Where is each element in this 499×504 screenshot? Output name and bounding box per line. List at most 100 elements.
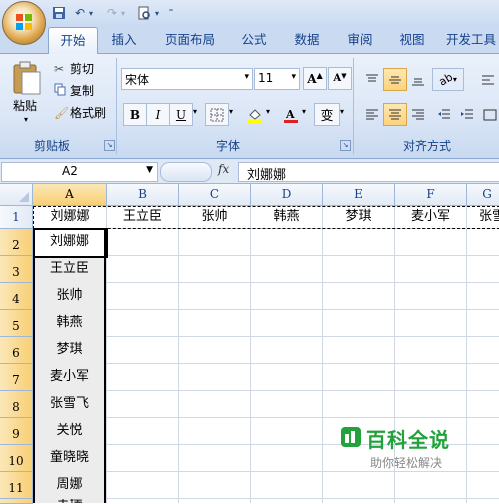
phonetic-dropdown-icon[interactable]: ▾	[340, 107, 344, 116]
name-box-dropdown-icon[interactable]: ▼	[146, 165, 153, 175]
cell-f1[interactable]: 麦小军	[395, 206, 466, 228]
cell-a6[interactable]: 梦琪	[35, 337, 104, 363]
borders-icon[interactable]	[205, 103, 229, 126]
cell-a10[interactable]: 童晓晓	[35, 445, 104, 471]
row-header-4[interactable]: 4	[0, 283, 33, 310]
tab-insert[interactable]: 插入	[103, 29, 145, 53]
cell-c1[interactable]: 张帅	[179, 206, 250, 228]
cell-d1[interactable]: 韩燕	[251, 206, 322, 228]
redo-dropdown-icon[interactable]: ▾	[118, 4, 128, 22]
font-name-select[interactable]: 宋体 ▾	[121, 68, 253, 90]
row-header-11[interactable]: 11	[0, 472, 33, 499]
cell-g1[interactable]: 张雪	[467, 206, 499, 228]
cell-a9[interactable]: 关悦	[35, 418, 104, 444]
underline-dropdown-icon[interactable]: ▾	[193, 107, 197, 116]
row-header-10[interactable]: 10	[0, 445, 33, 472]
row-header-7[interactable]: 7	[0, 364, 33, 391]
save-icon[interactable]	[50, 4, 68, 22]
align-middle-icon[interactable]	[383, 68, 407, 91]
cut-button[interactable]: ✂ 剪切	[54, 60, 94, 77]
grow-font-button[interactable]: A ▲	[303, 67, 327, 90]
shrink-font-button[interactable]: A ▼	[328, 67, 352, 90]
cell-a12[interactable]: 王瑞	[35, 499, 104, 503]
format-painter-button[interactable]: 🖌 格式刷	[54, 104, 106, 121]
tab-page-layout[interactable]: 页面布局	[158, 29, 222, 53]
formula-bar-splitter[interactable]	[160, 162, 212, 182]
name-box[interactable]: A2 ▼	[1, 162, 158, 182]
fill-color-icon[interactable]	[243, 103, 267, 126]
copy-button[interactable]: 复制	[54, 82, 94, 99]
font-name-dropdown-icon[interactable]: ▾	[244, 72, 249, 82]
paste-icon[interactable]	[10, 60, 44, 96]
font-name-value: 宋体	[125, 73, 150, 87]
font-color-icon[interactable]: A	[279, 103, 303, 126]
row-header-3[interactable]: 3	[0, 256, 33, 283]
cell-a4[interactable]: 张帅	[35, 283, 104, 309]
row-header-12[interactable]: 12	[0, 499, 33, 504]
decrease-indent-icon[interactable]	[432, 103, 456, 126]
column-header-d[interactable]: D	[251, 184, 323, 206]
clipboard-launcher-icon[interactable]: ↘	[104, 140, 115, 151]
align-left-icon[interactable]	[360, 103, 384, 126]
tab-view[interactable]: 视图	[392, 29, 432, 53]
cell-a3[interactable]: 王立臣	[35, 256, 104, 282]
underline-button[interactable]: U	[169, 103, 193, 126]
insert-function-icon[interactable]: fx	[218, 162, 229, 176]
cell-a5[interactable]: 韩燕	[35, 310, 104, 336]
row-header-2[interactable]: 2	[0, 229, 33, 256]
cell-a7[interactable]: 麦小军	[35, 364, 104, 390]
office-button[interactable]	[2, 1, 46, 45]
undo-dropdown-icon[interactable]: ▾	[86, 4, 96, 22]
column-header-b[interactable]: B	[107, 184, 179, 206]
customize-icon[interactable]: ⁼	[166, 4, 176, 22]
row-header-1[interactable]: 1	[0, 206, 33, 229]
font-size-dropdown-icon[interactable]: ▾	[291, 72, 296, 82]
column-header-f[interactable]: F	[395, 184, 467, 206]
print-preview-icon[interactable]	[135, 4, 153, 22]
align-right-icon[interactable]	[406, 103, 430, 126]
borders-dropdown-icon[interactable]: ▾	[229, 107, 233, 116]
fill-color-dropdown-icon[interactable]: ▾	[266, 107, 270, 116]
watermark-title: 百科全说	[366, 428, 450, 452]
cell-a8[interactable]: 张雪飞	[35, 391, 104, 417]
align-top-icon[interactable]	[360, 68, 384, 91]
tab-data[interactable]: 数据	[286, 29, 328, 53]
italic-button[interactable]: I	[146, 103, 170, 126]
clipboard-group-label: 剪贴板	[33, 139, 70, 153]
wrap-text-icon[interactable]	[476, 68, 499, 91]
column-header-c[interactable]: C	[179, 184, 251, 206]
cell-e1[interactable]: 梦琪	[323, 206, 394, 228]
row-header-8[interactable]: 8	[0, 391, 33, 418]
increase-indent-icon[interactable]	[455, 103, 479, 126]
qat-dropdown-icon[interactable]: ▾	[152, 4, 162, 22]
grow-font-arrow-icon: ▲	[316, 71, 323, 80]
formula-input[interactable]: 刘娜娜	[238, 162, 499, 183]
paste-dropdown-icon[interactable]: ▾	[24, 115, 28, 124]
column-header-g[interactable]: G	[467, 184, 499, 206]
row-header-6[interactable]: 6	[0, 337, 33, 364]
align-center-icon[interactable]	[383, 103, 407, 126]
column-header-e[interactable]: E	[323, 184, 395, 206]
phonetic-guide-button[interactable]: 变	[314, 103, 340, 126]
font-size-select[interactable]: 11 ▾	[254, 68, 300, 90]
tab-developer[interactable]: 开发工具	[446, 29, 499, 53]
font-launcher-icon[interactable]: ↘	[340, 140, 351, 151]
row-header-9[interactable]: 9	[0, 418, 33, 445]
cell-a11[interactable]: 周娜	[35, 472, 104, 498]
merge-center-icon[interactable]	[478, 103, 499, 126]
font-color-dropdown-icon[interactable]: ▾	[302, 107, 306, 116]
cell-a1[interactable]: 刘娜娜	[34, 206, 106, 228]
tab-formulas[interactable]: 公式	[234, 29, 274, 53]
column-header-a[interactable]: A	[33, 184, 107, 206]
cell-b1[interactable]: 王立臣	[107, 206, 178, 228]
row-header-5[interactable]: 5	[0, 310, 33, 337]
tab-home[interactable]: 开始	[48, 27, 98, 55]
cell-a2[interactable]: 刘娜娜	[35, 230, 104, 254]
orientation-icon[interactable]: ab ▾	[432, 68, 464, 91]
paste-button-label[interactable]: 粘贴	[13, 97, 37, 114]
tab-review[interactable]: 审阅	[340, 29, 380, 53]
watermark-badge-icon	[341, 427, 361, 447]
select-all-corner[interactable]	[0, 184, 33, 206]
bold-button[interactable]: B	[123, 103, 147, 126]
align-bottom-icon[interactable]	[406, 68, 430, 91]
